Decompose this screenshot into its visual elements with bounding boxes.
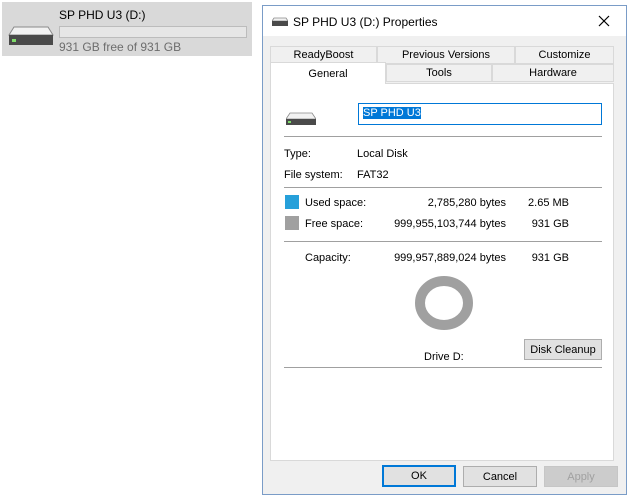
properties-dialog: SP PHD U3 (D:) Properties ReadyBoost Pre…: [262, 5, 627, 495]
free-space-swatch: [285, 216, 299, 230]
free-space-size: 931 GB: [531, 218, 569, 230]
type-value: Local Disk: [357, 148, 408, 160]
close-button[interactable]: [582, 6, 626, 36]
free-space-ring: [415, 276, 473, 330]
tab-customize[interactable]: Customize: [515, 46, 614, 64]
volume-label-value: SP PHD U3: [363, 107, 421, 119]
tab-hardware[interactable]: Hardware: [492, 64, 614, 82]
tile-usage-bar: [59, 26, 247, 38]
capacity-size: 931 GB: [531, 252, 569, 264]
apply-button[interactable]: Apply: [544, 466, 618, 487]
file-system-value: FAT32: [357, 169, 389, 181]
tab-tools[interactable]: Tools: [386, 64, 492, 82]
usage-donut: [415, 276, 473, 330]
separator: [284, 136, 602, 137]
separator: [284, 187, 602, 188]
drive-icon: [272, 17, 288, 26]
separator: [284, 367, 602, 368]
used-space-swatch: [285, 195, 299, 209]
general-tab-panel: SP PHD U3 Type: Local Disk File system: …: [270, 83, 614, 461]
volume-label-input[interactable]: SP PHD U3: [358, 103, 602, 125]
used-space-size: 2.65 MB: [528, 197, 569, 209]
tab-previous-versions[interactable]: Previous Versions: [377, 46, 515, 64]
disk-cleanup-button[interactable]: Disk Cleanup: [524, 339, 602, 360]
type-label: Type:: [284, 148, 311, 160]
used-space-bytes: 2,785,280 bytes: [427, 197, 506, 209]
capacity-bytes: 999,957,889,024 bytes: [394, 252, 506, 264]
tile-drive-name: SP PHD U3 (D:): [59, 8, 146, 22]
capacity-label: Capacity:: [305, 252, 351, 264]
free-space-bytes: 999,955,103,744 bytes: [394, 218, 506, 230]
free-space-label: Free space:: [305, 218, 364, 230]
dialog-title: SP PHD U3 (D:) Properties: [293, 15, 438, 29]
drive-caption: Drive D:: [424, 351, 464, 363]
close-icon: [598, 15, 610, 27]
used-space-label: Used space:: [305, 197, 367, 209]
drive-icon: [286, 112, 316, 125]
separator: [284, 241, 602, 242]
explorer-drive-tile[interactable]: SP PHD U3 (D:) 931 GB free of 931 GB: [2, 2, 252, 56]
tab-general[interactable]: General: [270, 62, 386, 84]
dialog-titlebar[interactable]: SP PHD U3 (D:) Properties: [263, 6, 626, 36]
cancel-button[interactable]: Cancel: [463, 466, 537, 487]
tile-free-text: 931 GB free of 931 GB: [59, 40, 182, 54]
ok-button[interactable]: OK: [382, 465, 456, 487]
file-system-label: File system:: [284, 169, 343, 181]
drive-icon: [8, 26, 54, 45]
